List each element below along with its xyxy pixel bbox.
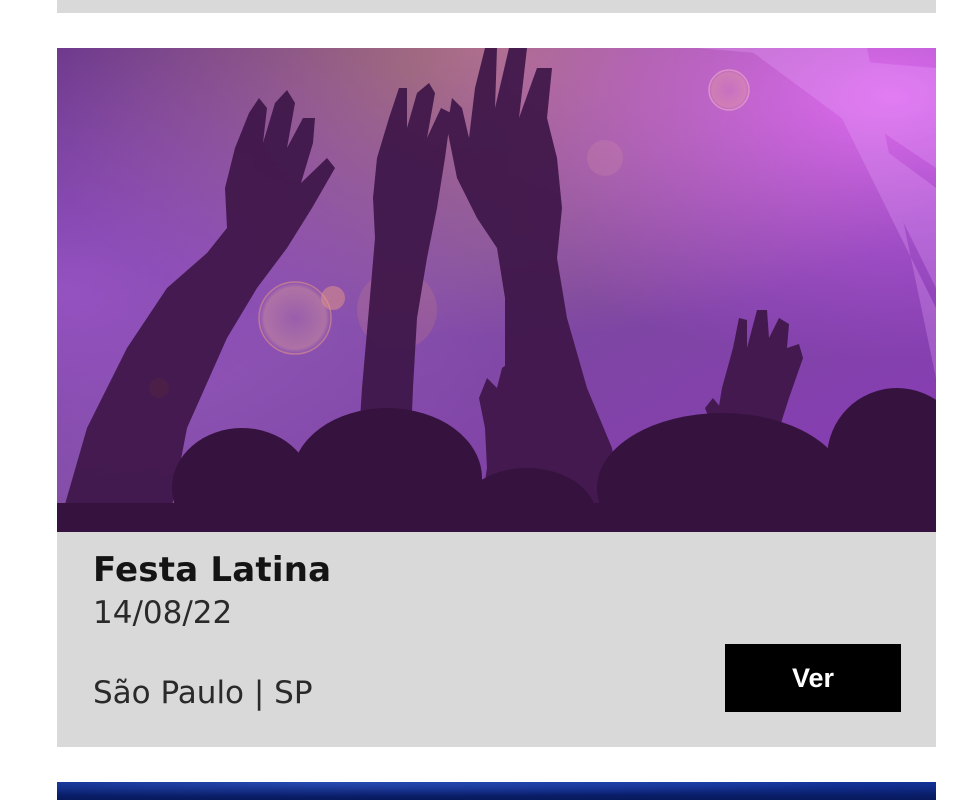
event-list: Festa Latina 14/08/22 São Paulo | SP Ver: [0, 0, 978, 800]
event-location: São Paulo | SP: [93, 675, 313, 711]
event-title[interactable]: Festa Latina: [93, 550, 331, 590]
event-card[interactable]: Festa Latina 14/08/22 São Paulo | SP Ver: [57, 48, 936, 747]
event-image[interactable]: [57, 48, 936, 532]
event-date: 14/08/22: [93, 595, 233, 631]
previous-event-card[interactable]: [57, 0, 936, 13]
view-event-button[interactable]: Ver: [725, 644, 901, 712]
event-info: Festa Latina 14/08/22 São Paulo | SP Ver: [57, 532, 936, 747]
next-event-card[interactable]: [57, 782, 936, 800]
